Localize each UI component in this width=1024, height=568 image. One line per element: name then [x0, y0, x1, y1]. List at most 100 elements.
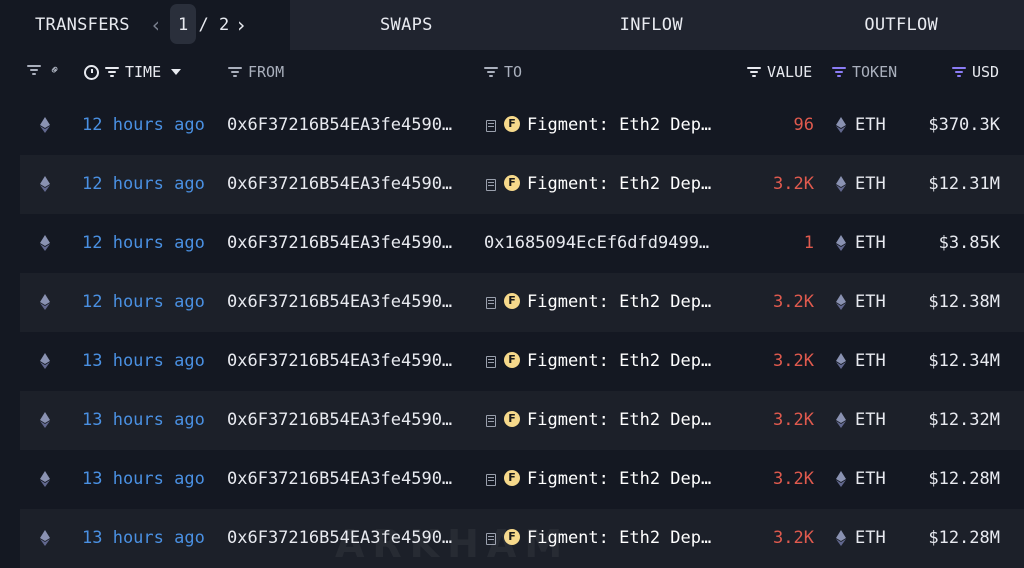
tab-swaps[interactable]: SWAPS	[290, 0, 535, 50]
token[interactable]: ETH	[855, 469, 886, 489]
header-time-label: TIME	[125, 63, 162, 81]
token[interactable]: ETH	[855, 528, 886, 548]
document-icon	[486, 297, 496, 309]
to-address[interactable]: 0x1685094EcEf6dfd9499…	[484, 233, 709, 253]
filter-icon[interactable]	[27, 65, 41, 76]
ethereum-icon	[836, 353, 846, 369]
from-address[interactable]: 0x6F37216B54EA3fe4590…	[227, 115, 452, 135]
header-from-label: FROM	[248, 63, 285, 81]
header-from[interactable]: FROM	[228, 63, 284, 81]
ethereum-icon	[40, 412, 50, 428]
token[interactable]: ETH	[855, 115, 886, 135]
header-to-label: TO	[504, 63, 523, 81]
document-icon	[486, 356, 496, 368]
time-link[interactable]: 13 hours ago	[82, 351, 205, 371]
tab-bar: TRANSFERS ‹ 1 / 2 › SWAPS INFLOW OUTFLOW	[0, 0, 1024, 50]
table-row[interactable]: 12 hours ago 0x6F37216B54EA3fe4590… F Fi…	[20, 273, 1024, 332]
ethereum-icon	[836, 530, 846, 546]
usd-amount: $370.3K	[928, 115, 1000, 135]
ethereum-icon	[40, 294, 50, 310]
table-row[interactable]: 13 hours ago 0x6F37216B54EA3fe4590… F Fi…	[20, 391, 1024, 450]
entity-badge-icon: F	[504, 352, 520, 368]
time-link[interactable]: 12 hours ago	[82, 233, 205, 253]
value: 3.2K	[773, 410, 814, 430]
tab-inflow[interactable]: INFLOW	[534, 0, 780, 50]
table-row[interactable]: 12 hours ago 0x6F37216B54EA3fe4590… F Fi…	[20, 155, 1024, 214]
to-entity[interactable]: Figment: Eth2 Dep…	[527, 351, 711, 371]
token[interactable]: ETH	[855, 292, 886, 312]
ethereum-icon	[836, 117, 846, 133]
table-row[interactable]: 12 hours ago 0x6F37216B54EA3fe4590… 0x16…	[20, 214, 1024, 273]
usd-amount: $12.28M	[928, 528, 1000, 548]
ethereum-icon	[836, 294, 846, 310]
tab-outflow[interactable]: OUTFLOW	[779, 0, 1024, 50]
from-address[interactable]: 0x6F37216B54EA3fe4590…	[227, 292, 452, 312]
time-link[interactable]: 13 hours ago	[82, 528, 205, 548]
usd-amount: $3.85K	[938, 233, 1000, 253]
document-icon	[486, 179, 496, 191]
header-token[interactable]: TOKEN	[832, 63, 897, 81]
time-link[interactable]: 12 hours ago	[82, 292, 205, 312]
from-address[interactable]: 0x6F37216B54EA3fe4590…	[227, 351, 452, 371]
arkham-watermark: ARKHAM	[335, 522, 571, 566]
tab-transfers[interactable]: TRANSFERS ‹ 1 / 2 ›	[0, 0, 290, 50]
header-usd[interactable]: USD	[952, 63, 999, 81]
to-entity[interactable]: Figment: Eth2 Dep…	[527, 115, 711, 135]
time-link[interactable]: 13 hours ago	[82, 410, 205, 430]
usd-amount: $12.38M	[928, 292, 1000, 312]
ethereum-icon	[40, 235, 50, 251]
ethereum-icon	[40, 176, 50, 192]
to-entity[interactable]: Figment: Eth2 Dep…	[527, 469, 711, 489]
value: 3.2K	[773, 528, 814, 548]
value: 3.2K	[773, 469, 814, 489]
pager-prev-button[interactable]: ‹	[150, 13, 162, 37]
usd-amount: $12.28M	[928, 469, 1000, 489]
clock-icon[interactable]	[84, 64, 99, 80]
link-icon[interactable]: ⚭	[46, 61, 64, 79]
token[interactable]: ETH	[855, 351, 886, 371]
entity-badge-icon: F	[504, 116, 520, 132]
value: 3.2K	[773, 292, 814, 312]
time-link[interactable]: 13 hours ago	[82, 469, 205, 489]
table-row[interactable]: 13 hours ago 0x6F37216B54EA3fe4590… F Fi…	[20, 450, 1024, 509]
tab-transfers-label: TRANSFERS	[35, 15, 130, 35]
usd-amount: $12.34M	[928, 351, 1000, 371]
token[interactable]: ETH	[855, 410, 886, 430]
from-address[interactable]: 0x6F37216B54EA3fe4590…	[227, 233, 452, 253]
filter-icon[interactable]	[747, 66, 761, 78]
transfers-table: 12 hours ago 0x6F37216B54EA3fe4590… F Fi…	[20, 96, 1024, 568]
token[interactable]: ETH	[855, 233, 886, 253]
filter-icon[interactable]	[105, 66, 119, 78]
entity-badge-icon: F	[504, 470, 520, 486]
token[interactable]: ETH	[855, 174, 886, 194]
document-icon	[486, 120, 496, 132]
header-to[interactable]: TO	[484, 63, 522, 81]
header-value[interactable]: VALUE	[747, 63, 812, 81]
to-entity[interactable]: Figment: Eth2 Dep…	[527, 410, 711, 430]
from-address[interactable]: 0x6F37216B54EA3fe4590…	[227, 469, 452, 489]
filter-icon[interactable]	[228, 66, 242, 78]
filter-icon[interactable]	[952, 66, 966, 78]
to-entity[interactable]: Figment: Eth2 Dep…	[527, 292, 711, 312]
from-address[interactable]: 0x6F37216B54EA3fe4590…	[227, 410, 452, 430]
filter-icon[interactable]	[484, 66, 498, 78]
sort-down-icon[interactable]	[171, 69, 182, 75]
to-entity[interactable]: Figment: Eth2 Dep…	[527, 174, 711, 194]
from-address[interactable]: 0x6F37216B54EA3fe4590…	[227, 174, 452, 194]
time-link[interactable]: 12 hours ago	[82, 174, 205, 194]
ethereum-icon	[836, 176, 846, 192]
table-row[interactable]: 13 hours ago 0x6F37216B54EA3fe4590… F Fi…	[20, 332, 1024, 391]
header-filter-chain[interactable]: ⚭	[27, 61, 65, 80]
header-usd-label: USD	[972, 63, 1000, 81]
ethereum-icon	[40, 117, 50, 133]
ethereum-icon	[40, 530, 50, 546]
table-row[interactable]: 12 hours ago 0x6F37216B54EA3fe4590… F Fi…	[20, 96, 1024, 155]
ethereum-icon	[40, 353, 50, 369]
header-time[interactable]: TIME	[84, 63, 182, 81]
filter-icon[interactable]	[832, 66, 846, 78]
pager-next-button[interactable]: ›	[235, 13, 247, 37]
time-link[interactable]: 12 hours ago	[82, 115, 205, 135]
entity-badge-icon: F	[504, 293, 520, 309]
value: 1	[803, 233, 814, 253]
document-icon	[486, 474, 496, 486]
